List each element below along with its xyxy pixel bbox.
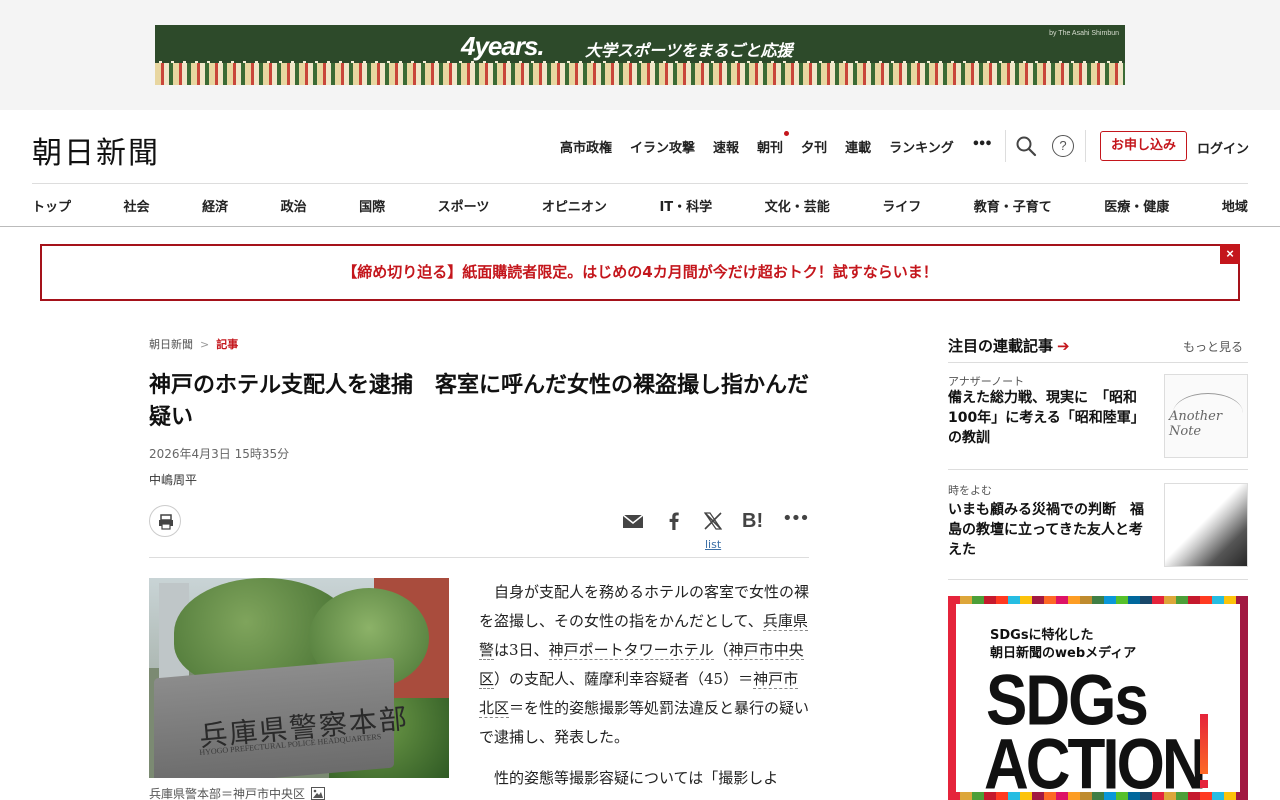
exclamation-icon <box>1200 714 1208 788</box>
sidebar-divider <box>948 469 1248 470</box>
category-item[interactable]: 政治 <box>281 196 307 215</box>
category-item[interactable]: 地域 <box>1222 196 1248 215</box>
article-divider <box>149 557 809 558</box>
paragraph-text: ＝を性的姿態撮影等処罰法違反と暴行の疑いで逮捕し、発表した。 <box>479 699 810 746</box>
topnav-item[interactable]: ランキング <box>889 137 954 156</box>
topnav-item[interactable]: 速報 <box>713 137 739 156</box>
help-icon[interactable]: ? <box>1052 135 1074 157</box>
breadcrumb-current[interactable]: 記事 <box>216 338 238 351</box>
category-item[interactable]: スポーツ <box>438 196 490 215</box>
topnav-item[interactable]: イラン攻撃 <box>630 137 695 156</box>
breadcrumb-home[interactable]: 朝日新聞 <box>149 338 193 351</box>
top-nav: 高市政権 イラン攻撃 速報 朝刊 夕刊 連載 ランキング ••• <box>560 131 993 156</box>
thumbnail-text-line: Another <box>1169 409 1223 424</box>
sdgs-ad-line1: SDGsに特化した <box>990 628 1094 643</box>
category-nav: トップ 社会 経済 政治 国際 スポーツ オピニオン IT・科学 文化・芸能 ラ… <box>32 196 1248 215</box>
more-share-icon[interactable]: ••• <box>782 510 810 532</box>
category-item[interactable]: 教育・子育て <box>974 196 1052 215</box>
category-item[interactable]: オピニオン <box>542 196 607 215</box>
sdgs-action-ad[interactable]: SDGsに特化した 朝日新聞のwebメディア SDGs ACTION <box>948 596 1248 800</box>
close-icon[interactable]: × <box>1220 244 1240 264</box>
ad-banner-4years[interactable]: 4years. 大学スポーツをまるごと応援 by The Asahi Shimb… <box>155 25 1125 85</box>
sidebar-article-title[interactable]: いまも顧みる災禍での判断 福島の教壇に立ってきた友人と考えた <box>948 500 1153 560</box>
breadcrumb-separator: > <box>200 338 210 351</box>
sidebar-article-thumbnail[interactable] <box>1164 483 1248 567</box>
article-paragraph: 性的姿態等撮影容疑については「撮影しよ <box>494 769 779 787</box>
category-item[interactable]: トップ <box>32 196 71 215</box>
promo-banner[interactable]: 【締め切り迫る】紙面購読者限定。はじめの4カ月間が今だけ超おトク！試すならいま！… <box>40 244 1240 301</box>
print-button[interactable] <box>149 505 181 537</box>
thumbnail-image <box>1165 484 1247 566</box>
paragraph-text: は3日、 <box>494 641 549 659</box>
hatena-bookmark-icon[interactable]: B! <box>742 510 764 532</box>
mail-share-icon[interactable] <box>622 510 644 532</box>
promo-text: 【締め切り迫る】紙面購読者限定。はじめの4カ月間が今だけ超おトク！試すならいま！ <box>342 263 938 281</box>
sidebar-article[interactable]: アナザーノート 備えた総力戦、現実に 「昭和100年」に考える「昭和陸軍」の教訓… <box>948 373 1248 463</box>
sidebar-article[interactable]: 時をよむ いまも顧みる災禍での判断 福島の教壇に立ってきた友人と考えた <box>948 482 1248 572</box>
facebook-share-icon[interactable] <box>663 510 685 532</box>
sidebar-article-kicker: アナザーノート <box>948 375 1025 388</box>
sidebar-title[interactable]: 注目の連載記事 ➔ <box>948 335 1070 356</box>
article-author[interactable]: 中嶋周平 <box>149 471 197 488</box>
print-icon <box>159 514 173 530</box>
category-item[interactable]: ライフ <box>882 196 921 215</box>
image-icon[interactable] <box>311 787 326 800</box>
article-date: 2026年4月3日 15時35分 <box>149 447 290 461</box>
share-list-link[interactable]: list <box>705 538 721 551</box>
ad-logo: 4years. <box>461 31 545 61</box>
sidebar-article-title[interactable]: 備えた総力戦、現実に 「昭和100年」に考える「昭和陸軍」の教訓 <box>948 388 1153 448</box>
see-more-link[interactable]: もっと見る <box>1183 338 1243 355</box>
more-menu-button[interactable]: ••• <box>972 137 993 156</box>
paragraph-text: 自身が支配人を務めるホテルの客室で女性の裸を盗撮し、その女性の指をかんだとして、 <box>479 583 810 630</box>
photo-caption-text: 兵庫県警本部＝神戸市中央区 <box>149 787 306 800</box>
category-item[interactable]: 医療・健康 <box>1104 196 1169 215</box>
category-item[interactable]: 経済 <box>202 196 228 215</box>
keyword-link[interactable]: 神戸ポートタワーホテル <box>548 641 714 660</box>
thumbnail-logo-text: Another Note <box>1169 409 1222 439</box>
thumbnail-text-line: Note <box>1169 424 1202 439</box>
topnav-item[interactable]: 連載 <box>845 137 871 156</box>
search-icon[interactable] <box>1015 135 1037 157</box>
topnav-item[interactable]: 高市政権 <box>560 137 612 156</box>
subscribe-button[interactable]: お申し込み <box>1100 131 1187 161</box>
ad-crowd-decoration-base <box>155 63 1125 85</box>
breadcrumb: 朝日新聞 > 記事 <box>149 336 238 352</box>
header-divider <box>1085 130 1086 162</box>
topnav-item-morning[interactable]: 朝刊 <box>757 131 790 156</box>
arrow-right-icon: ➔ <box>1057 337 1070 355</box>
sdgs-ad-title-action: ACTION <box>984 725 1207 800</box>
header-divider <box>1005 130 1006 162</box>
photo-caption: 兵庫県警本部＝神戸市中央区 <box>149 785 326 800</box>
sidebar-article-kicker: 時をよむ <box>948 484 992 497</box>
article-headline: 神戸のホテル支配人を逮捕 客室に呼んだ女性の裸盗撮し指かんだ疑い <box>149 373 810 430</box>
category-nav-underline <box>0 226 1280 227</box>
article-body: 自身が支配人を務めるホテルの客室で女性の裸を盗撮し、その女性の指をかんだとして、… <box>479 578 811 800</box>
sidebar-article-thumbnail[interactable]: Another Note <box>1164 374 1248 458</box>
topnav-item-label: 朝刊 <box>757 141 784 156</box>
article-photo[interactable]: 兵庫県警察本部 HYOGO PREFECTURAL POLICE HEADQUA… <box>149 578 449 778</box>
sidebar-divider <box>948 362 1248 363</box>
header-divider-line <box>32 183 1248 184</box>
category-item[interactable]: 文化・芸能 <box>765 196 830 215</box>
ad-by-line: by The Asahi Shimbun <box>1049 30 1119 37</box>
sdgs-ad-line2: 朝日新聞のwebメディア <box>990 646 1137 661</box>
category-item[interactable]: 国際 <box>359 196 385 215</box>
article-paragraph: 自身が支配人を務めるホテルの客室で女性の裸を盗撮し、その女性の指をかんだとして、… <box>479 578 811 752</box>
x-share-icon[interactable] <box>702 510 724 532</box>
paragraph-text: ）の支配人、薩摩利幸容疑者（45）＝ <box>494 670 754 688</box>
topnav-item[interactable]: 夕刊 <box>801 137 827 156</box>
ad-area: 4years. 大学スポーツをまるごと応援 by The Asahi Shimb… <box>0 0 1280 110</box>
login-link[interactable]: ログイン <box>1197 138 1249 157</box>
category-item[interactable]: 社会 <box>124 196 150 215</box>
new-dot-icon <box>784 131 790 136</box>
paragraph-text: （ <box>713 641 729 659</box>
site-logo[interactable]: 朝日新聞 <box>32 128 160 172</box>
ad-tagline: 大学スポーツをまるごと応援 <box>585 41 793 60</box>
sidebar-divider <box>948 579 1248 580</box>
sidebar-title-text: 注目の連載記事 <box>948 337 1054 355</box>
category-item[interactable]: IT・科学 <box>659 196 712 215</box>
